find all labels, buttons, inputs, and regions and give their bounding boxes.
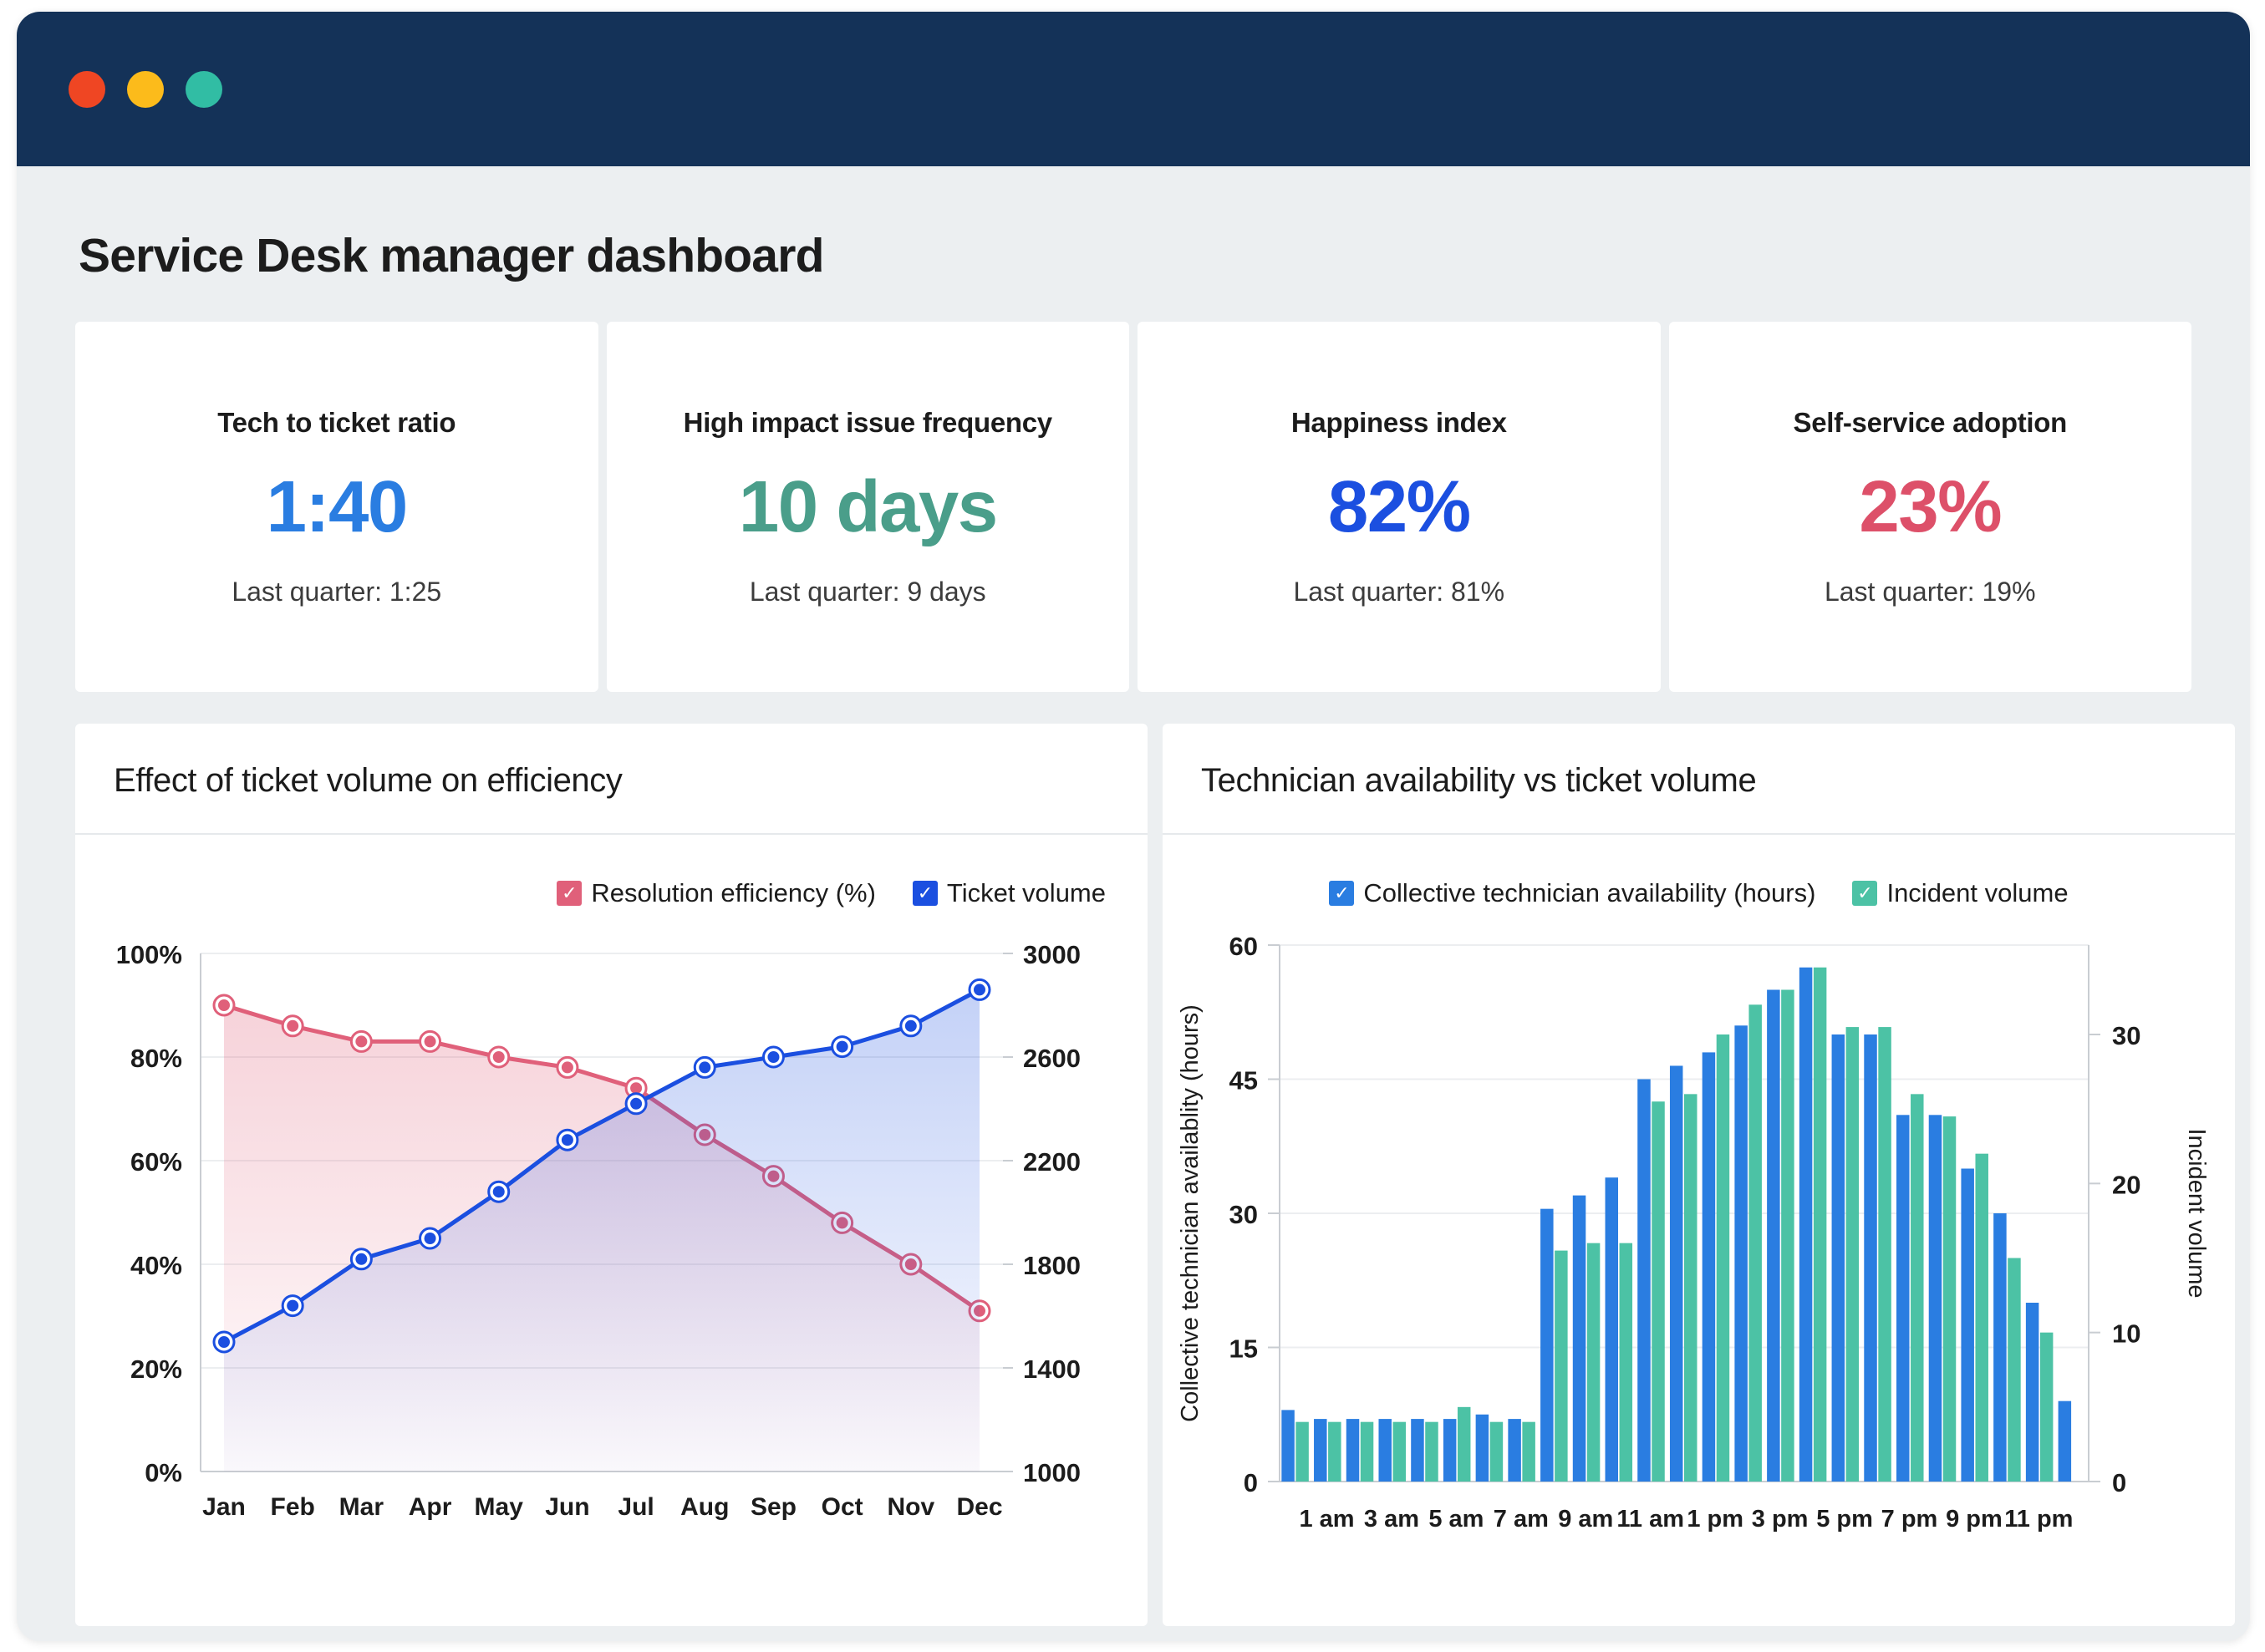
- legend-item-collective-technician-availability[interactable]: ✓ Collective technician availability (ho…: [1329, 878, 1815, 908]
- svg-text:7 pm: 7 pm: [1881, 1506, 1938, 1533]
- svg-text:Nov: Nov: [887, 1493, 934, 1521]
- chart-header: Technician availability vs ticket volume: [1163, 724, 2235, 835]
- svg-text:Feb: Feb: [271, 1493, 315, 1521]
- legend-item-resolution-efficiency[interactable]: ✓ Resolution efficiency (%): [557, 878, 876, 908]
- svg-text:Jan: Jan: [202, 1493, 246, 1521]
- kpi-value: 1:40: [266, 465, 409, 547]
- svg-text:40%: 40%: [130, 1251, 182, 1280]
- svg-text:1000: 1000: [1023, 1458, 1081, 1487]
- svg-text:20: 20: [2112, 1170, 2140, 1199]
- svg-text:3 am: 3 am: [1364, 1506, 1419, 1533]
- svg-text:60%: 60%: [130, 1147, 182, 1177]
- svg-text:1 am: 1 am: [1299, 1506, 1354, 1533]
- bar-chart-svg: 0 15 30 45 60 0 10 20 30 1 am 3 am 5 am 7 am 9 am 11 a…: [1177, 932, 2210, 1533]
- chart-title: Technician availability vs ticket volume: [1201, 762, 1757, 799]
- legend-item-ticket-volume[interactable]: ✓ Ticket volume: [912, 878, 1106, 908]
- svg-text:0: 0: [1244, 1468, 1258, 1497]
- svg-text:3 pm: 3 pm: [1752, 1506, 1809, 1533]
- chart-header: Effect of ticket volume on efficiency: [75, 724, 1148, 835]
- legend-label: Ticket volume: [946, 878, 1106, 907]
- svg-text:2200: 2200: [1023, 1147, 1081, 1177]
- kpi-row: Tech to ticket ratio 1:40 Last quarter: …: [75, 322, 2191, 692]
- chart-legend: ✓ Collective technician availability (ho…: [1163, 835, 2235, 920]
- minimize-dot[interactable]: [127, 70, 164, 108]
- svg-text:60: 60: [1229, 932, 1258, 961]
- svg-text:1 pm: 1 pm: [1687, 1506, 1743, 1533]
- bar-chart-plot[interactable]: 0 15 30 45 60 0 10 20 30 1 am 3 am 5 am 7 am 9 am 11 a…: [1163, 920, 2235, 1626]
- chart-legend: ✓ Resolution efficiency (%) ✓ Ticket vol…: [75, 835, 1148, 920]
- kpi-card-happiness-index: Happiness index 82% Last quarter: 81%: [1138, 322, 1661, 692]
- kpi-subtext: Last quarter: 1:25: [232, 576, 442, 607]
- svg-text:Apr: Apr: [409, 1493, 452, 1521]
- kpi-label: High impact issue frequency: [683, 406, 1052, 438]
- legend-label: Resolution efficiency (%): [591, 878, 876, 907]
- svg-text:9 pm: 9 pm: [1946, 1506, 2003, 1533]
- chart-card-effect-of-ticket-volume: Effect of ticket volume on efficiency ✓ …: [75, 724, 1148, 1626]
- svg-text:20%: 20%: [130, 1355, 182, 1384]
- svg-text:45: 45: [1229, 1066, 1258, 1095]
- line-chart-plot[interactable]: 0% 20% 40% 60% 80% 100% 1000 1400 1800 2200 2600 30…: [75, 920, 1148, 1626]
- close-dot[interactable]: [69, 70, 105, 108]
- kpi-card-high-impact-issue-frequency: High impact issue frequency 10 days Last…: [606, 322, 1129, 692]
- kpi-card-self-service-adoption: Self-service adoption 23% Last quarter: …: [1668, 322, 2191, 692]
- svg-text:Aug: Aug: [680, 1493, 729, 1521]
- svg-text:7 am: 7 am: [1494, 1506, 1549, 1533]
- svg-text:Oct: Oct: [822, 1493, 863, 1521]
- svg-text:0%: 0%: [145, 1458, 182, 1487]
- kpi-subtext: Last quarter: 19%: [1824, 576, 2036, 607]
- app-window: Service Desk manager dashboard Tech to t…: [17, 12, 2250, 1641]
- svg-text:100%: 100%: [116, 940, 182, 969]
- svg-text:11 pm: 11 pm: [2004, 1506, 2073, 1533]
- kpi-value: 82%: [1327, 465, 1471, 547]
- kpi-subtext: Last quarter: 81%: [1293, 576, 1505, 607]
- svg-text:30: 30: [1229, 1200, 1258, 1229]
- page-title: Service Desk manager dashboard: [79, 229, 824, 282]
- svg-text:30: 30: [2112, 1021, 2140, 1050]
- kpi-value: 23%: [1859, 465, 2002, 547]
- dashboard-content: Service Desk manager dashboard Tech to t…: [17, 166, 2250, 1626]
- svg-text:Sep: Sep: [751, 1493, 797, 1521]
- svg-text:Jun: Jun: [545, 1493, 589, 1521]
- window-titlebar: [17, 12, 2250, 166]
- kpi-card-tech-to-ticket-ratio: Tech to ticket ratio 1:40 Last quarter: …: [75, 322, 598, 692]
- legend-label: Incident volume: [1886, 878, 2069, 907]
- svg-text:1800: 1800: [1023, 1251, 1081, 1280]
- maximize-dot[interactable]: [186, 70, 222, 108]
- svg-text:1400: 1400: [1023, 1355, 1081, 1384]
- kpi-subtext: Last quarter: 9 days: [749, 576, 986, 607]
- kpi-value: 10 days: [738, 465, 998, 547]
- svg-text:15: 15: [1229, 1334, 1258, 1364]
- svg-text:0: 0: [2112, 1468, 2126, 1497]
- kpi-label: Happiness index: [1290, 406, 1507, 438]
- svg-text:May: May: [475, 1493, 524, 1521]
- svg-text:Mar: Mar: [339, 1493, 384, 1521]
- svg-text:10: 10: [2112, 1319, 2140, 1349]
- legend-item-incident-volume[interactable]: ✓ Incident volume: [1852, 878, 2069, 908]
- line-chart-svg: 0% 20% 40% 60% 80% 100% 1000 1400 1800 2200 2600 30…: [116, 940, 1081, 1521]
- legend-label: Collective technician availability (hour…: [1363, 878, 1816, 907]
- svg-text:Collective technician availabl: Collective technician availablity (hours…: [1177, 1004, 1204, 1422]
- svg-text:9 am: 9 am: [1558, 1506, 1613, 1533]
- checkbox-checked-icon[interactable]: ✓: [557, 881, 583, 906]
- svg-text:Incident volume: Incident volume: [2183, 1128, 2210, 1298]
- svg-text:5 am: 5 am: [1428, 1506, 1484, 1533]
- checkbox-checked-icon[interactable]: ✓: [912, 881, 938, 906]
- charts-row: Effect of ticket volume on efficiency ✓ …: [75, 724, 2235, 1626]
- kpi-label: Tech to ticket ratio: [217, 406, 456, 438]
- svg-text:Jul: Jul: [618, 1493, 654, 1521]
- svg-text:2600: 2600: [1023, 1044, 1081, 1073]
- checkbox-checked-icon[interactable]: ✓: [1852, 881, 1878, 906]
- svg-text:80%: 80%: [130, 1044, 182, 1073]
- chart-card-technician-availability: Technician availability vs ticket volume…: [1163, 724, 2235, 1626]
- svg-text:5 pm: 5 pm: [1816, 1506, 1873, 1533]
- svg-text:11 am: 11 am: [1616, 1506, 1684, 1533]
- chart-title: Effect of ticket volume on efficiency: [114, 762, 623, 799]
- svg-text:3000: 3000: [1023, 940, 1081, 969]
- checkbox-checked-icon[interactable]: ✓: [1329, 881, 1355, 906]
- svg-text:Dec: Dec: [956, 1493, 1002, 1521]
- kpi-label: Self-service adoption: [1793, 406, 2068, 438]
